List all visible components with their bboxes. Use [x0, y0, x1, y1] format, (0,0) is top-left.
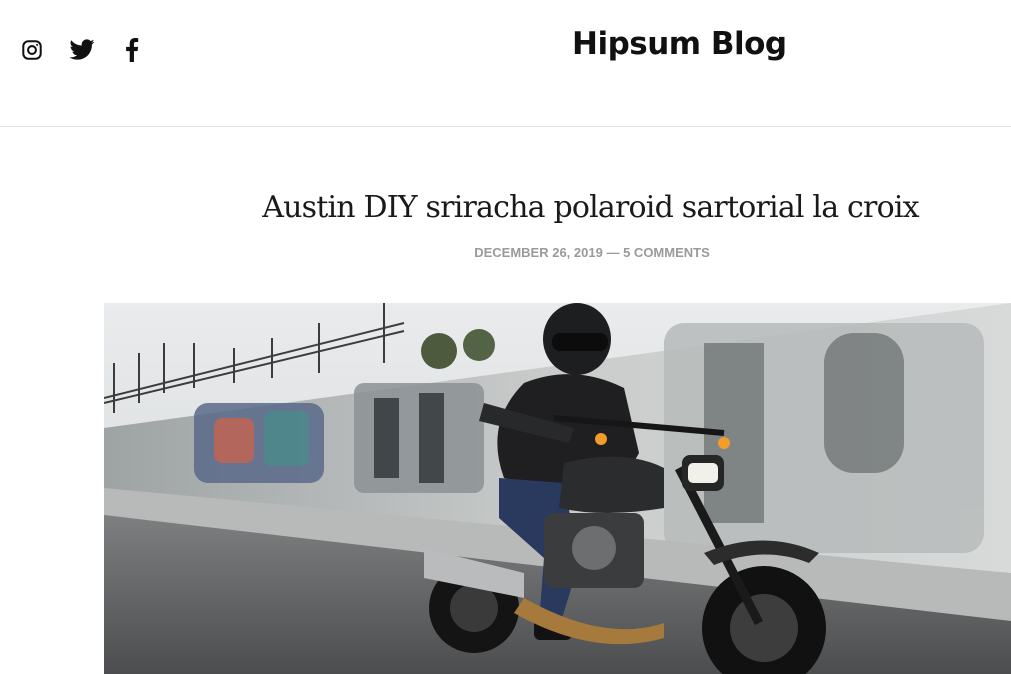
meta-separator: — — [606, 245, 624, 260]
featured-image[interactable] — [104, 303, 1011, 674]
post-title[interactable]: Austin DIY sriracha polaroid sartorial l… — [0, 190, 1011, 225]
instagram-icon[interactable] — [19, 37, 45, 63]
site-title[interactable]: Hipsum Blog — [572, 26, 787, 62]
twitter-icon[interactable] — [69, 37, 95, 63]
post-meta: DECEMBER 26, 2019 — 5 COMMENTS — [0, 245, 1011, 260]
post-comments-link[interactable]: 5 COMMENTS — [623, 245, 710, 260]
post-date[interactable]: DECEMBER 26, 2019 — [474, 245, 603, 260]
site-header: Hipsum Blog — [0, 0, 1011, 127]
facebook-icon[interactable] — [119, 37, 145, 63]
social-links — [19, 37, 145, 63]
motorcycle-rider-photo — [104, 303, 1011, 674]
